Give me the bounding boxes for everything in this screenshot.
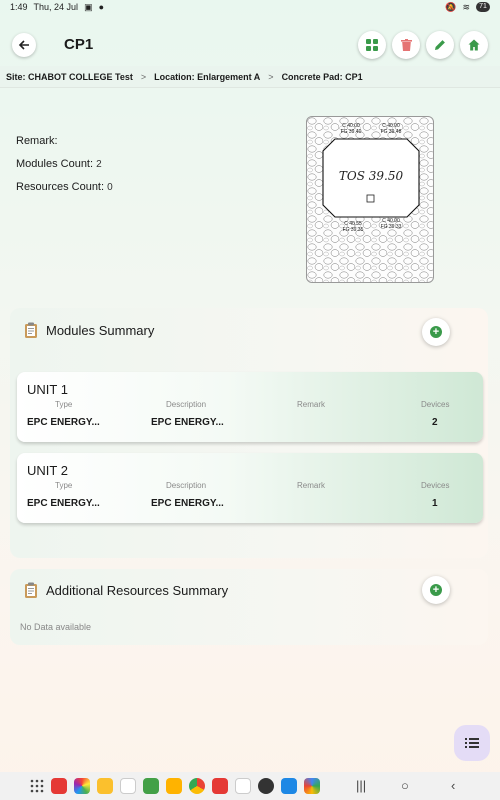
app-icon-files[interactable] [97,778,113,794]
app-icon-yellow[interactable] [166,778,182,794]
unit-description: EPC ENERGY... [151,498,224,509]
pad-sketch-drawing: TOS 39.50 C 40.00 FG 39.40 C 40.00 FG 39… [307,117,433,282]
col-header-type: Type [55,481,73,490]
page-title: CP1 [64,36,94,53]
resources-summary-title: Additional Resources Summary [46,582,229,598]
app-icon-photos[interactable] [74,778,90,794]
screenshot-icon: ▣ [84,1,93,12]
grid-icon [366,39,378,51]
add-module-button[interactable]: + [422,318,450,346]
breadcrumb-pad[interactable]: Concrete Pad: CP1 [282,72,363,82]
app-drawer-icon[interactable] [30,779,44,793]
col-header-description: Description [166,481,207,490]
wifi-icon: ≋ [462,1,470,12]
modules-summary-header: Modules Summary [24,322,154,338]
modules-count-value: 2 [96,159,102,170]
resources-count-label: Resources Count: [16,181,105,193]
grid-view-button[interactable] [358,31,386,59]
status-bar: 1:49 Thu, 24 Jul ▣ ● 🔕 ≋ 71 [0,0,500,14]
youtube-icon[interactable] [212,778,228,794]
col-header-remark: Remark [297,400,326,409]
corner-bl-fg: FG 39.35 [343,227,364,233]
breadcrumb: Site: CHABOT COLLEGE Test > Location: En… [0,66,500,88]
corner-tr-fg: FG 39.48 [381,129,402,135]
pad-info: Remark: Modules Count: 2 Resources Count… [16,130,113,199]
app-icon-pinwheel[interactable] [304,778,320,794]
system-nav-bar: ||| ○ ‹ [0,772,500,800]
camera-icon[interactable] [258,778,274,794]
remark-row: Remark: [16,130,113,153]
breadcrumb-separator: > [268,71,274,82]
remark-label: Remark: [16,135,58,147]
breadcrumb-site[interactable]: Site: CHABOT COLLEGE Test [6,72,133,82]
col-header-remark: Remark [297,481,326,490]
resources-summary-header: Additional Resources Summary [24,582,228,598]
trash-icon [400,39,412,51]
menu-fab[interactable] [454,725,490,761]
unit-name: UNIT 1 [27,382,68,397]
gmail-icon[interactable] [120,778,136,794]
resources-summary-card: Additional Resources Summary + [10,569,488,645]
clipboard-icon [25,582,37,598]
pencil-icon [435,40,445,50]
app-bar: CP1 [0,28,500,64]
tos-label: TOS 39.50 [339,169,404,183]
unit-name: UNIT 2 [27,463,68,478]
status-time: 1:49 [10,2,28,12]
battery-icon: 71 [476,2,490,12]
unit-type: EPC ENERGY... [27,498,100,509]
recent-apps-icon[interactable]: ||| [356,778,366,793]
notification-icon: ● [98,2,105,12]
unit-card[interactable]: UNIT 2 Type Description Remark Devices E… [17,453,483,523]
mute-icon: 🔕 [445,1,457,12]
unit-devices: 1 [432,498,438,509]
back-button[interactable] [12,33,36,57]
breadcrumb-location[interactable]: Location: Enlargement A [154,72,260,82]
home-icon [468,39,480,51]
home-button[interactable] [460,31,488,59]
resources-empty-text: No Data available [20,622,92,632]
app-icon-red[interactable] [51,778,67,794]
list-icon [465,738,479,748]
app-icon-chat[interactable] [281,778,297,794]
col-header-type: Type [55,400,73,409]
unit-description: EPC ENERGY... [151,417,224,428]
status-date: Thu, 24 Jul [33,2,79,12]
unit-type: EPC ENERGY... [27,417,100,428]
unit-card[interactable]: UNIT 1 Type Description Remark Devices E… [17,372,483,442]
modules-summary-title: Modules Summary [46,322,155,338]
resources-count-row: Resources Count: 0 [16,176,113,199]
breadcrumb-separator: > [140,71,147,82]
unit-devices: 2 [432,417,438,428]
home-nav-icon[interactable]: ○ [401,778,409,793]
pad-sketch-image[interactable]: TOS 39.50 C 40.00 FG 39.40 C 40.00 FG 39… [306,116,434,283]
plus-icon: + [430,326,442,338]
arrow-left-icon [18,40,29,50]
corner-br-fg: FG 39.33 [381,224,402,230]
edit-button[interactable] [426,31,454,59]
app-icon-messages[interactable] [143,778,159,794]
modules-count-label: Modules Count: [16,158,94,170]
chrome-icon[interactable] [189,778,205,794]
resources-count-value: 0 [107,182,113,193]
corner-tl-fg: FG 39.40 [341,129,362,135]
add-resource-button[interactable]: + [422,576,450,604]
modules-count-row: Modules Count: 2 [16,153,113,176]
back-nav-icon[interactable]: ‹ [451,778,455,793]
plus-icon: + [430,584,442,596]
col-header-devices: Devices [421,481,450,490]
toolbar-actions [358,31,488,59]
col-header-description: Description [166,400,207,409]
delete-button[interactable] [392,31,420,59]
clipboard-icon [25,322,37,338]
col-header-devices: Devices [421,400,450,409]
play-store-icon[interactable] [235,778,251,794]
